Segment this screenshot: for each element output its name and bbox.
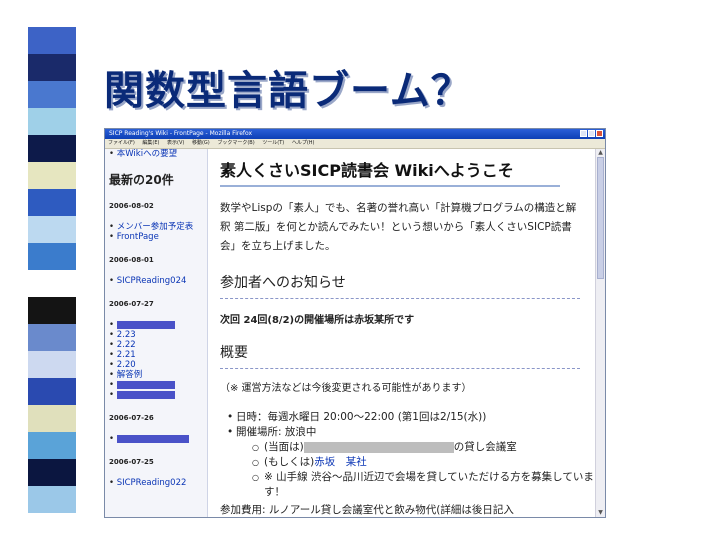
menu-go[interactable]: 移動(G) (192, 140, 210, 146)
menu-view[interactable]: 表示(V) (167, 140, 184, 146)
stripe-block (28, 297, 76, 324)
stripe-block (28, 135, 76, 162)
page-viewport: • 本Wikiへの要望 最新の20件 2006-08-02 • メンバー参加予定… (105, 149, 605, 517)
stripe-block (28, 324, 76, 351)
sidebar-heading: 最新の20件 (109, 173, 174, 187)
sidebar-item[interactable]: • FrontPage (105, 232, 207, 242)
browser-titlebar: SICP Reading's Wiki - FrontPage - Mozill… (105, 129, 605, 139)
scrollbar-thumb[interactable] (597, 157, 604, 279)
wiki-main-content: 素人くさいSICP読書会 Wikiへようこそ 数学やLispの「素人」でも、名著… (208, 149, 596, 517)
stripe-block (28, 459, 76, 486)
sidebar-item[interactable]: • 2.21 (105, 350, 207, 360)
section-heading-overview: 概要 (220, 342, 580, 369)
place-link[interactable]: 赤坂 某社 (314, 456, 367, 468)
sidebar-item[interactable]: • 解答例 (105, 370, 207, 380)
place-sublist: (当面は)の貸し会議室 (もしくは)赤坂 某社 ※ 山手線 渋谷〜品川近辺で会場… (236, 440, 596, 500)
browser-screenshot: SICP Reading's Wiki - FrontPage - Mozill… (104, 128, 606, 518)
redacted-block (303, 441, 454, 453)
stripe-block (28, 243, 76, 270)
sidebar-date: 2006-08-02 (109, 202, 154, 210)
stripe-block (28, 162, 76, 189)
stripe-block (28, 216, 76, 243)
sidebar-item-redacted[interactable]: • (105, 434, 207, 444)
stripe-block (28, 486, 76, 513)
stripe-block (28, 108, 76, 135)
sidebar-item-redacted[interactable]: • (105, 390, 207, 400)
decorative-stripe (28, 0, 76, 540)
scroll-up-icon[interactable]: ▲ (596, 149, 605, 157)
stripe-block (28, 270, 76, 297)
sidebar-item[interactable]: • メンバー参加予定表 (105, 222, 207, 232)
place-alternative: (もしくは)赤坂 某社 (252, 455, 596, 470)
sidebar-item[interactable]: • SICPReading024 (105, 276, 207, 286)
stripe-block (28, 54, 76, 81)
stripe-block (28, 378, 76, 405)
sidebar-date: 2006-07-26 (109, 414, 154, 422)
sidebar-item[interactable]: • 2.20 (105, 360, 207, 370)
sidebar-date: 2006-07-27 (109, 300, 154, 308)
minimize-icon[interactable] (580, 130, 587, 137)
next-meeting-notice: 次回 24回(8/2)の開催場所は赤坂某所です (220, 315, 415, 326)
stripe-block (28, 189, 76, 216)
menu-edit[interactable]: 編集(E) (142, 140, 159, 146)
slide-title: 関数型言語ブーム？ (104, 68, 472, 114)
browser-menubar: ファイル(F) 編集(E) 表示(V) 移動(G) ブックマーク(B) ツール(… (105, 139, 605, 149)
wiki-sidebar: • 本Wikiへの要望 最新の20件 2006-08-02 • メンバー参加予定… (105, 149, 208, 517)
schedule-item: 日時：毎週水曜日 20:00〜22:00 (第1回は2/15(水)) (227, 410, 596, 425)
scroll-down-icon[interactable]: ▼ (596, 509, 605, 517)
sidebar-link-request[interactable]: • 本Wikiへの要望 (105, 149, 207, 159)
section-heading-notice: 参加者へのお知らせ (220, 272, 580, 299)
page-title: 素人くさいSICP読書会 Wikiへようこそ (220, 157, 560, 187)
sidebar-date: 2006-08-01 (109, 256, 154, 264)
stripe-block (28, 27, 76, 54)
stripe-block (28, 513, 76, 540)
menu-file[interactable]: ファイル(F) (108, 140, 135, 146)
stripe-block (28, 405, 76, 432)
sidebar-item[interactable]: • 2.23 (105, 330, 207, 340)
sidebar-date: 2006-07-25 (109, 458, 154, 466)
stripe-block (28, 432, 76, 459)
place-item: 開催場所: 放浪中 (当面は)の貸し会議室 (もしくは)赤坂 某社 ※ 山手線 … (227, 425, 596, 500)
close-icon[interactable] (596, 130, 603, 137)
overview-list: 日時：毎週水曜日 20:00〜22:00 (第1回は2/15(水)) 開催場所:… (220, 410, 596, 500)
stripe-block (28, 0, 76, 27)
scrollbar[interactable]: ▲ ▼ (595, 149, 605, 517)
menu-bookmarks[interactable]: ブックマーク(B) (217, 140, 254, 146)
maximize-icon[interactable] (588, 130, 595, 137)
sidebar-item-redacted[interactable]: • (105, 320, 207, 330)
sidebar-item[interactable]: • SICPReading022 (105, 478, 207, 488)
place-current: (当面は)の貸し会議室 (252, 440, 596, 455)
sidebar-item-redacted[interactable]: • (105, 380, 207, 390)
window-controls (580, 130, 603, 137)
place-label: 開催場所: 放浪中 (236, 426, 317, 438)
menu-help[interactable]: ヘルプ(H) (292, 140, 315, 146)
fee-item-cut-off: 参加費用: ルノアール貸し会議室代と飲み物代(詳細は後日記入 (220, 504, 514, 516)
place-request-note: ※ 山手線 渋谷〜品川近辺で会場を貸していただける方を募集しています！ (252, 470, 596, 500)
menu-tools[interactable]: ツール(T) (262, 140, 284, 146)
stripe-block (28, 81, 76, 108)
sidebar-item[interactable]: • 2.22 (105, 340, 207, 350)
browser-title: SICP Reading's Wiki - FrontPage - Mozill… (109, 130, 253, 137)
overview-note: （※ 運営方法などは今後変更される可能性があります） (220, 383, 472, 394)
stripe-block (28, 351, 76, 378)
intro-paragraph: 数学やLispの「素人」でも、名著の誉れ高い「計算機プログラムの構造と解釈 第二… (220, 202, 577, 252)
